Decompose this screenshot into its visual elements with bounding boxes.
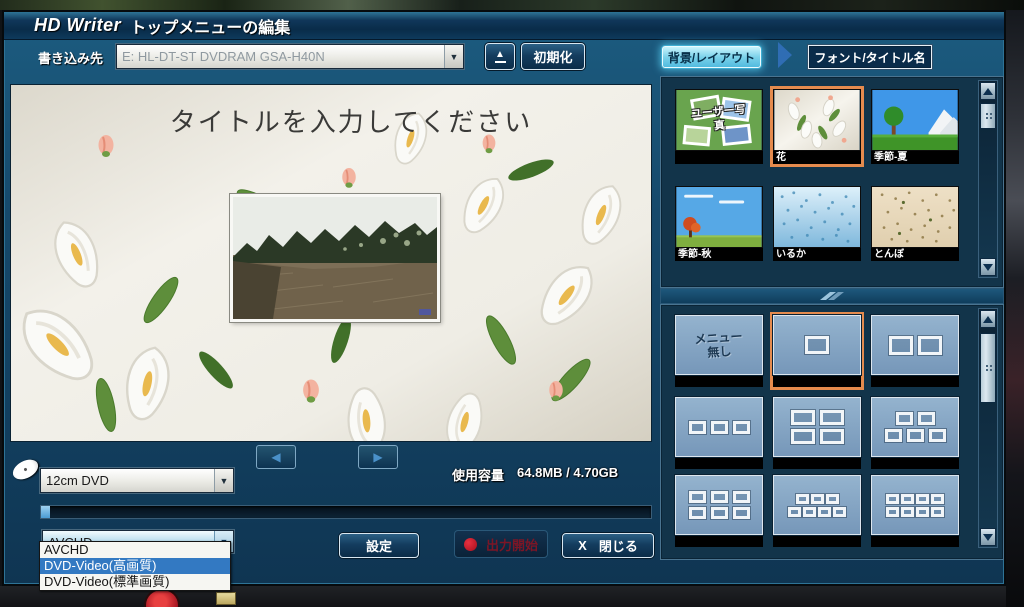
hd-writer-window: HD Writer トップメニューの編集 書き込み先 E: HL-DT-ST D…	[2, 10, 1006, 586]
tile-label: 季節-夏	[871, 151, 959, 164]
tile-label	[675, 151, 763, 164]
tile-label	[675, 535, 763, 547]
flower-thumb-art	[774, 90, 860, 150]
background-tile-flower[interactable]: 花	[770, 86, 864, 167]
output-format-dropdown: AVCHD DVD-Video(高画質) DVD-Video(標準画質)	[39, 541, 231, 591]
no-menu-overlay-label: メニュー無し	[694, 328, 743, 360]
desktop-right-strip	[1006, 10, 1024, 607]
output-start-label: 出力開始	[485, 537, 538, 553]
scroll-down-button[interactable]	[980, 528, 996, 546]
tile-label	[773, 375, 861, 387]
tile-label: 季節-秋	[675, 248, 763, 261]
dolphin-thumb-art	[780, 191, 856, 243]
disc-icon	[9, 455, 42, 484]
disc-size-value: 12cm DVD	[46, 473, 109, 488]
format-button[interactable]: 初期化	[521, 43, 585, 70]
dropdown-option-dvd-video-std[interactable]: DVD-Video(標準画質)	[40, 574, 230, 590]
desktop-red-logo	[146, 590, 178, 607]
layout-tile-8-box[interactable]	[871, 475, 959, 547]
menu-preview-canvas[interactable]: タイトルを入力してください	[10, 84, 652, 442]
layout-tile-1-box[interactable]	[770, 312, 864, 390]
tile-label	[675, 375, 763, 387]
capacity-text: 使用容量 64.8MB / 4.70GB	[452, 465, 618, 484]
tile-label	[773, 535, 861, 547]
tab-background-layout[interactable]: 背景/レイアウト	[662, 46, 761, 68]
layout-tile-no-menu[interactable]: メニュー無し	[675, 315, 763, 387]
prev-page-button[interactable]: ◀	[256, 445, 296, 469]
capacity-bar-fill	[41, 506, 50, 518]
scroll-up-button[interactable]	[980, 82, 996, 100]
background-tile-season-autumn[interactable]: 季節-秋	[675, 186, 763, 261]
background-gallery-panel: ユーザー写真 花 季節-夏 季節-秋 いるか とんぼ	[660, 76, 1004, 288]
app-title-text: トップメニューの編集	[130, 19, 291, 37]
eject-icon: ▲	[494, 50, 506, 63]
desktop-item	[216, 592, 236, 605]
capacity-value: 64.8MB / 4.70GB	[517, 465, 619, 480]
next-page-button[interactable]: ▶	[358, 445, 398, 469]
settings-button[interactable]: 設定	[339, 533, 419, 558]
capacity-label: 使用容量	[452, 468, 505, 483]
swoosh-icon	[820, 292, 844, 300]
dropdown-option-avchd[interactable]: AVCHD	[40, 542, 230, 558]
disc-size-select[interactable]: 12cm DVD ▼	[40, 468, 234, 493]
tile-label: 花	[773, 151, 861, 164]
user-photo-overlay-label: ユーザー写真	[690, 103, 747, 133]
background-tile-season-summer[interactable]: 季節-夏	[871, 89, 959, 164]
close-button-x: X	[578, 538, 587, 553]
layout-tile-3-box[interactable]	[675, 397, 763, 469]
layout-tile-2-box[interactable]	[871, 315, 959, 387]
background-tile-dragonfly[interactable]: とんぼ	[871, 186, 959, 261]
drive-select-arrow-icon[interactable]: ▼	[444, 45, 463, 68]
record-icon	[463, 537, 477, 551]
summer-thumb-art	[872, 90, 958, 150]
tab-font-titlename[interactable]: フォント/タイトル名	[808, 45, 932, 69]
tile-label: いるか	[773, 248, 861, 261]
desktop-top-strip	[0, 0, 1024, 10]
eject-button[interactable]: ▲	[485, 43, 515, 70]
layout-gallery-panel: メニュー無し	[660, 304, 1004, 560]
dropdown-option-dvd-video-hq[interactable]: DVD-Video(高画質)	[40, 558, 230, 574]
close-button-label: 閉じる	[598, 539, 638, 554]
capacity-bar	[40, 505, 652, 519]
prev-icon: ◀	[271, 450, 281, 464]
drive-select-value: E: HL-DT-ST DVDRAM GSA-H40N	[122, 49, 325, 64]
drive-select[interactable]: E: HL-DT-ST DVDRAM GSA-H40N ▼	[116, 44, 464, 69]
step-arrow-icon	[778, 42, 792, 68]
tile-label	[773, 457, 861, 469]
dragonfly-thumb-art	[880, 191, 956, 243]
scroll-down-button[interactable]	[980, 258, 996, 276]
next-icon: ▶	[373, 450, 383, 464]
tile-label	[871, 535, 959, 547]
window-titlebar: HD Writer トップメニューの編集	[4, 12, 1004, 40]
panel-divider	[660, 288, 1004, 304]
background-tile-dolphin[interactable]: いるか	[773, 186, 861, 261]
app-title-brand: HD Writer	[34, 15, 122, 35]
output-start-button[interactable]: 出力開始	[454, 530, 548, 558]
forest-photo-art	[233, 197, 437, 319]
scrollbar-thumb[interactable]	[980, 333, 996, 403]
scrollbar-thumb[interactable]	[980, 103, 996, 129]
layout-tile-7-box[interactable]	[773, 475, 861, 547]
tile-label	[871, 375, 959, 387]
tile-label	[675, 457, 763, 469]
layout-panel-scrollbar[interactable]	[978, 308, 998, 548]
background-panel-scrollbar[interactable]	[978, 80, 998, 278]
tile-label: とんぼ	[871, 248, 959, 261]
write-destination-label: 書き込み先	[38, 51, 104, 66]
video-thumbnail[interactable]	[230, 194, 440, 322]
layout-tile-5-box[interactable]	[871, 397, 959, 469]
layout-tile-4-box[interactable]	[773, 397, 861, 469]
scroll-up-button[interactable]	[980, 310, 996, 328]
background-tile-user-photo[interactable]: ユーザー写真	[675, 89, 763, 164]
tile-label	[871, 457, 959, 469]
menu-title-placeholder[interactable]: タイトルを入力してください	[170, 107, 532, 137]
close-button[interactable]: X 閉じる	[562, 533, 654, 558]
layout-tile-6-box[interactable]	[675, 475, 763, 547]
autumn-thumb-art	[676, 187, 762, 247]
disc-size-arrow-icon[interactable]: ▼	[214, 469, 233, 492]
